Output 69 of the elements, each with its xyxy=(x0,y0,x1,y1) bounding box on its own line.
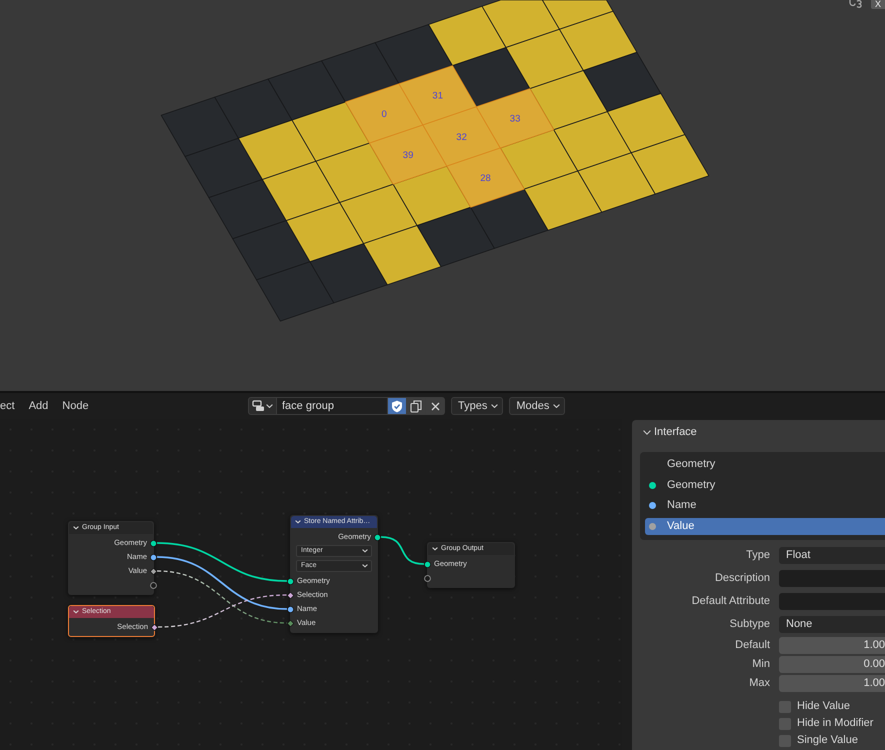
dropdown-field[interactable]: None xyxy=(779,616,885,633)
panel-header[interactable]: Interface xyxy=(632,420,885,445)
empty-socket-icon[interactable] xyxy=(424,574,431,582)
interface-item[interactable]: Geometry xyxy=(645,456,885,473)
socket-icon[interactable] xyxy=(374,534,381,540)
checkbox[interactable] xyxy=(779,734,791,746)
chevron-icon xyxy=(266,404,273,408)
copy-icon xyxy=(410,400,422,412)
face-index-label: 31 xyxy=(432,90,443,102)
view-gizmo-icon xyxy=(848,0,862,8)
property-label: Min xyxy=(751,657,770,672)
unlink-button[interactable] xyxy=(426,397,445,415)
node-group-name-field[interactable]: face group xyxy=(277,397,388,415)
chevron-icon xyxy=(362,564,368,568)
menu-item[interactable]: ect xyxy=(0,398,15,414)
number-field[interactable]: 0.00 xyxy=(779,656,885,673)
chevron-icon[interactable] xyxy=(73,610,79,614)
socket-icon[interactable] xyxy=(150,554,157,560)
shield-icon xyxy=(391,400,403,412)
chevron-icon[interactable] xyxy=(295,520,301,524)
fake-user-button[interactable] xyxy=(388,397,407,415)
face-index-label: 0 xyxy=(382,108,387,120)
text-field[interactable] xyxy=(779,570,885,587)
face-index-label: 32 xyxy=(456,132,467,143)
property-label: Max xyxy=(748,676,770,692)
chevron-icon xyxy=(643,430,651,435)
dropdown-field[interactable]: Float xyxy=(779,547,885,564)
face-index-label: 28 xyxy=(480,172,491,184)
interface-item[interactable]: Geometry xyxy=(645,476,885,494)
checkbox[interactable] xyxy=(779,718,791,730)
property-label: Type xyxy=(745,548,770,564)
empty-socket-icon[interactable] xyxy=(150,582,157,588)
menu-item[interactable]: Add xyxy=(28,398,48,414)
node-tree-button[interactable] xyxy=(248,397,277,415)
close-icon xyxy=(430,402,440,410)
chevron-icon xyxy=(553,404,560,408)
checkbox-label[interactable]: Hide in Modifier xyxy=(797,717,874,730)
filter-dropdown[interactable]: Modes xyxy=(509,397,566,415)
socket-icon[interactable] xyxy=(424,560,431,568)
diamond-socket-icon[interactable] xyxy=(151,624,158,630)
checkbox-label[interactable]: Hide Value xyxy=(797,700,850,713)
menu-item[interactable]: Node xyxy=(62,398,89,414)
diamond-socket-icon[interactable] xyxy=(150,568,157,574)
interface-item[interactable]: Value xyxy=(645,518,885,534)
filter-dropdown[interactable]: Types xyxy=(451,397,504,415)
chevron-icon xyxy=(362,549,368,553)
face-index-label: 39 xyxy=(402,150,414,161)
chevron-icon[interactable] xyxy=(73,526,79,530)
interface-item[interactable]: Name xyxy=(645,497,885,514)
socket-icon[interactable] xyxy=(150,540,157,546)
diamond-socket-icon[interactable] xyxy=(287,620,294,626)
property-label: Description xyxy=(714,571,770,586)
socket-icon[interactable] xyxy=(287,578,294,584)
chevron-icon xyxy=(491,404,498,408)
face-index-label: 33 xyxy=(510,114,520,125)
checkbox-label[interactable]: Single Value xyxy=(797,734,858,747)
text-field[interactable] xyxy=(779,593,885,610)
checkbox[interactable] xyxy=(779,700,791,712)
number-field[interactable]: 1.00 xyxy=(779,637,885,654)
chevron-icon[interactable] xyxy=(432,547,438,551)
axis-label[interactable]: X xyxy=(870,0,885,9)
diamond-socket-icon[interactable] xyxy=(287,592,294,598)
property-label: Default Attribute xyxy=(690,594,770,610)
duplicate-button[interactable] xyxy=(407,397,426,415)
property-label: Default xyxy=(734,638,770,654)
node-tree-icon xyxy=(252,400,265,412)
property-label: Subtype xyxy=(728,617,770,632)
socket-icon[interactable] xyxy=(287,606,294,612)
number-field[interactable]: 1.00 xyxy=(779,675,885,692)
